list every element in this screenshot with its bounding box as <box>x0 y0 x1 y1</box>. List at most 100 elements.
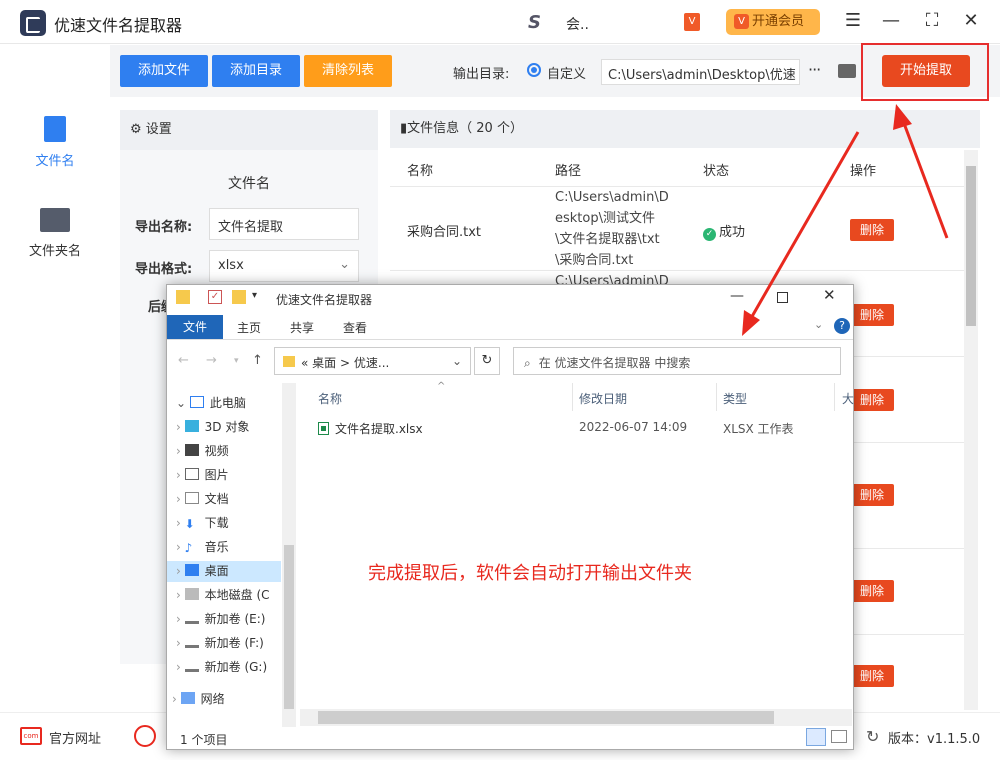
column-separator[interactable] <box>834 383 835 411</box>
sidebar-item-label: 文件夹名 <box>28 244 81 259</box>
forward-icon[interactable]: → <box>206 353 217 368</box>
picture-icon <box>184 468 199 480</box>
desktop-icon <box>184 564 199 576</box>
tree-item-drive-g[interactable]: › 新加卷 (G:) <box>176 657 267 677</box>
more-icon[interactable]: ··· <box>808 60 821 79</box>
drive-icon <box>184 612 199 624</box>
tree-label: 音乐 <box>204 540 229 554</box>
address-segment[interactable]: 桌面 <box>312 356 336 370</box>
tab-home[interactable]: 主页 <box>237 319 261 336</box>
quick-access-dropdown-icon[interactable]: ▾ <box>252 290 257 301</box>
tree-item-3d[interactable]: › 3D 对象 <box>176 417 249 437</box>
tree-label: 视频 <box>204 444 229 458</box>
path-line: C:\Users\admin\D <box>555 190 669 205</box>
tab-share[interactable]: 共享 <box>290 319 314 336</box>
tree-item-desktop[interactable]: › 桌面 <box>176 561 229 581</box>
tree-item-music[interactable]: › ♪ 音乐 <box>176 537 229 557</box>
vip-badge-icon[interactable]: V <box>684 13 700 31</box>
user-name[interactable]: 会.. <box>566 14 589 34</box>
tree-label: 下载 <box>204 516 229 530</box>
open-folder-icon[interactable] <box>838 64 856 78</box>
col-type[interactable]: 类型 <box>723 390 747 407</box>
service-icon[interactable] <box>134 725 156 747</box>
properties-icon[interactable]: ✓ <box>208 290 222 304</box>
add-dir-button[interactable]: 添加目录 <box>212 55 300 87</box>
delete-button[interactable]: 删除 <box>850 389 894 411</box>
tiles-view-icon[interactable] <box>831 730 847 743</box>
menu-icon[interactable]: ☰ <box>842 10 864 32</box>
download-icon: ⬇ <box>184 517 195 531</box>
music-icon: ♪ <box>184 541 193 555</box>
tab-view[interactable]: 查看 <box>343 319 367 336</box>
minimize-icon[interactable]: — <box>730 288 744 304</box>
close-icon[interactable]: ✕ <box>823 286 836 304</box>
col-path: 路径 <box>555 164 582 179</box>
column-separator[interactable] <box>716 383 717 411</box>
address-segment[interactable]: 优速... <box>354 356 389 370</box>
scrollbar-thumb[interactable] <box>966 166 976 326</box>
folder-icon <box>176 290 190 304</box>
maximize-icon[interactable] <box>777 292 788 303</box>
tree-item-local-disk[interactable]: › 本地磁盘 (C <box>176 585 270 605</box>
tree-item-documents[interactable]: › 文档 <box>176 489 229 509</box>
custom-radio-label[interactable]: 自定义 <box>547 63 586 82</box>
tree-item-this-pc[interactable]: ⌄ 此电脑 <box>176 393 246 413</box>
drive-icon <box>184 588 199 600</box>
clear-list-button[interactable]: 清除列表 <box>304 55 392 87</box>
export-format-select[interactable]: xlsx ⌄ <box>209 250 359 282</box>
ribbon-expand-icon[interactable]: ⌄ <box>814 318 823 331</box>
custom-radio[interactable] <box>527 63 541 77</box>
tree-label: 新加卷 (F:) <box>204 636 264 650</box>
maximize-icon[interactable]: ⛶ <box>921 10 943 32</box>
refresh-icon[interactable]: ↻ <box>474 347 500 375</box>
tab-file[interactable]: 文件 <box>167 315 223 339</box>
annotation-text: 完成提取后，软件会自动打开输出文件夹 <box>368 563 692 584</box>
vip-button[interactable]: V 开通会员 <box>726 9 820 35</box>
new-folder-icon[interactable] <box>232 290 246 304</box>
folder-icon <box>283 356 295 367</box>
details-view-icon[interactable] <box>806 728 826 746</box>
start-button[interactable]: 开始提取 <box>882 55 970 87</box>
address-bar[interactable]: « 桌面 > 优速... ⌄ <box>274 347 471 375</box>
tree-item-drive-f[interactable]: › 新加卷 (F:) <box>176 633 264 653</box>
settings-title: 设置 <box>145 122 172 137</box>
tree-scrollbar-thumb[interactable] <box>284 545 294 709</box>
back-icon[interactable]: ← <box>178 353 189 368</box>
delete-button[interactable]: 删除 <box>850 580 894 602</box>
tree-item-pictures[interactable]: › 图片 <box>176 465 229 485</box>
tree-item-network[interactable]: › 网络 <box>172 689 225 709</box>
col-date[interactable]: 修改日期 <box>579 390 627 407</box>
col-name[interactable]: 名称 <box>318 390 342 407</box>
column-separator[interactable] <box>572 383 573 411</box>
tree-label: 桌面 <box>204 564 229 578</box>
sidebar-item-filename[interactable]: 文件名 <box>0 116 110 169</box>
export-name-input[interactable]: 文件名提取 <box>209 208 359 240</box>
file-row[interactable]: 文件名提取.xlsx <box>318 420 423 437</box>
minimize-icon[interactable]: — <box>880 10 902 32</box>
user-avatar-icon[interactable]: S <box>528 12 541 33</box>
output-path-field[interactable]: C:\Users\admin\Desktop\优速 <box>601 59 800 85</box>
delete-button[interactable]: 删除 <box>850 484 894 506</box>
path-line: \文件名提取器\txt <box>555 232 660 247</box>
col-size[interactable]: 大 <box>842 390 854 407</box>
search-input[interactable]: ⌕ 在 优速文件名提取器 中搜索 <box>513 347 841 375</box>
delete-button[interactable]: 删除 <box>850 219 894 241</box>
close-icon[interactable]: ✕ <box>960 10 982 32</box>
delete-button[interactable]: 删除 <box>850 304 894 326</box>
recent-dropdown-icon[interactable]: ▾ <box>234 356 239 366</box>
add-file-button[interactable]: 添加文件 <box>120 55 208 87</box>
tree-item-downloads[interactable]: › ⬇ 下载 <box>176 513 229 533</box>
address-separator: > <box>340 356 351 370</box>
website-link[interactable]: 官方网址 <box>49 728 101 747</box>
help-icon[interactable]: ? <box>834 318 850 334</box>
horizontal-scrollbar-thumb[interactable] <box>318 711 774 724</box>
up-icon[interactable]: ↑ <box>252 353 263 368</box>
tree-item-drive-e[interactable]: › 新加卷 (E:) <box>176 609 265 629</box>
delete-button[interactable]: 删除 <box>850 665 894 687</box>
tree-label: 此电脑 <box>209 396 246 410</box>
tree-item-videos[interactable]: › 视频 <box>176 441 229 461</box>
sidebar-item-foldername[interactable]: 文件夹名 <box>0 208 110 259</box>
website-icon: com <box>20 727 42 745</box>
chevron-down-icon[interactable]: ⌄ <box>452 354 462 368</box>
tree-label: 本地磁盘 (C <box>204 588 270 602</box>
